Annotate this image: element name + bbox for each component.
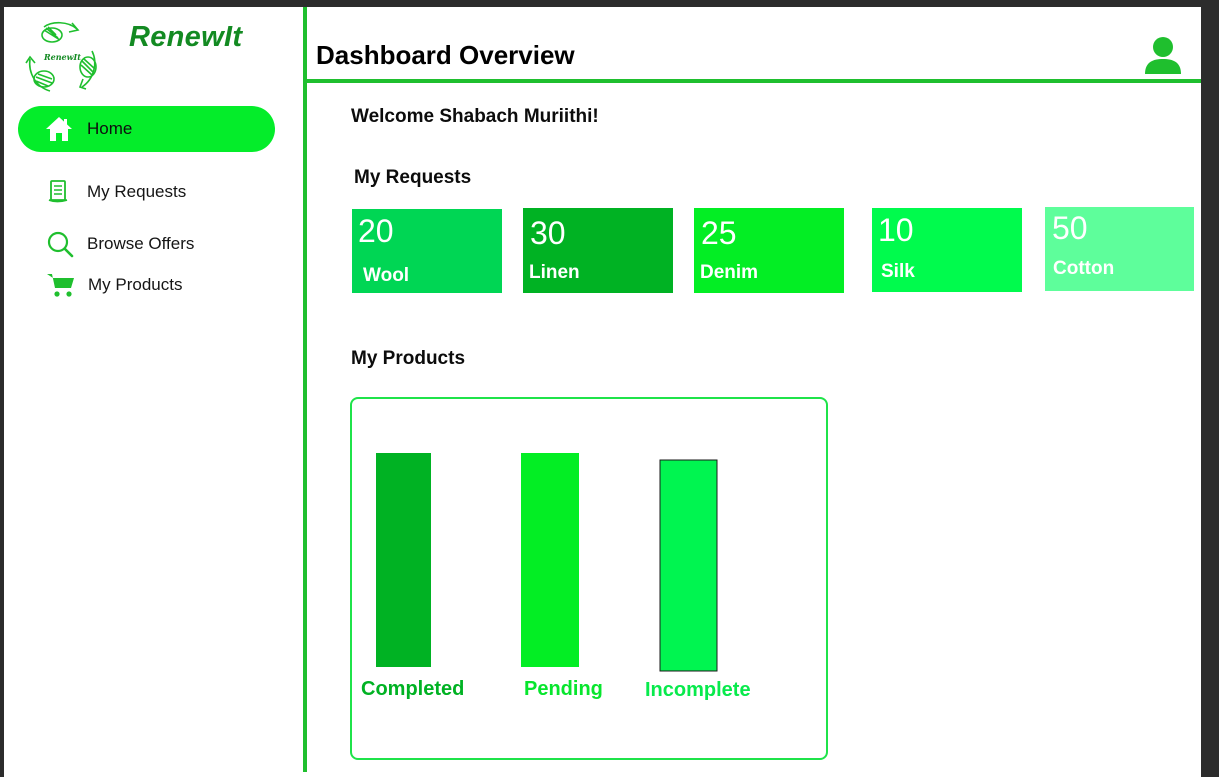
request-count: 30 — [530, 215, 566, 251]
brand-name: RenewIt — [129, 21, 243, 53]
products-bar-chart: Completed Pending Incomplete — [361, 453, 751, 701]
sidebar-item-my-requests[interactable]: My Requests — [46, 180, 186, 204]
bar-label-incomplete: Incomplete — [645, 679, 751, 701]
bar-incomplete — [659, 459, 718, 672]
request-count: 50 — [1052, 210, 1088, 246]
request-card-linen[interactable]: 30 Linen — [523, 208, 673, 293]
request-count: 20 — [358, 213, 394, 249]
logo-text: RenewIt — [44, 52, 81, 62]
request-material: Silk — [881, 261, 915, 282]
cart-icon — [47, 274, 74, 297]
home-icon — [46, 117, 72, 141]
bar-label-pending: Pending — [524, 678, 603, 700]
welcome-message: Welcome Shabach Muriithi! — [351, 106, 599, 127]
request-card-wool[interactable]: 20 Wool — [352, 209, 502, 293]
app-window: RenewIt RenewIt Home My Requests Browse … — [4, 7, 1201, 777]
search-icon — [47, 231, 74, 258]
requests-title: My Requests — [354, 167, 472, 188]
sidebar-item-label: My Requests — [87, 182, 187, 201]
sidebar: RenewIt RenewIt Home My Requests Browse … — [4, 7, 304, 777]
request-material: Wool — [363, 265, 410, 286]
sidebar-item-label: Home — [87, 119, 133, 138]
request-material: Cotton — [1053, 258, 1115, 279]
request-card-denim[interactable]: 25 Denim — [694, 208, 844, 293]
header-divider — [307, 79, 1201, 83]
request-card-silk[interactable]: 10 Silk — [872, 208, 1022, 292]
request-material: Denim — [700, 262, 759, 283]
products-chart-panel: Completed Pending Incomplete — [350, 397, 828, 760]
user-icon[interactable] — [1143, 34, 1183, 74]
sidebar-item-my-products[interactable]: My Products — [46, 272, 182, 298]
receipt-icon — [48, 180, 68, 203]
sidebar-item-label: My Products — [88, 275, 183, 294]
sidebar-item-browse-offers[interactable]: Browse Offers — [46, 230, 194, 258]
products-title: My Products — [351, 348, 466, 369]
request-count: 10 — [878, 212, 914, 248]
request-count: 25 — [701, 215, 737, 251]
bar-completed — [376, 453, 431, 667]
sidebar-item-home[interactable]: Home — [18, 106, 275, 152]
bar-pending — [521, 453, 579, 667]
request-material: Linen — [529, 262, 580, 283]
sidebar-divider — [303, 7, 307, 772]
page-title: Dashboard Overview — [316, 40, 575, 70]
bar-label-completed: Completed — [361, 678, 464, 700]
request-card-cotton[interactable]: 50 Cotton — [1045, 207, 1194, 291]
sidebar-item-label: Browse Offers — [87, 234, 195, 253]
